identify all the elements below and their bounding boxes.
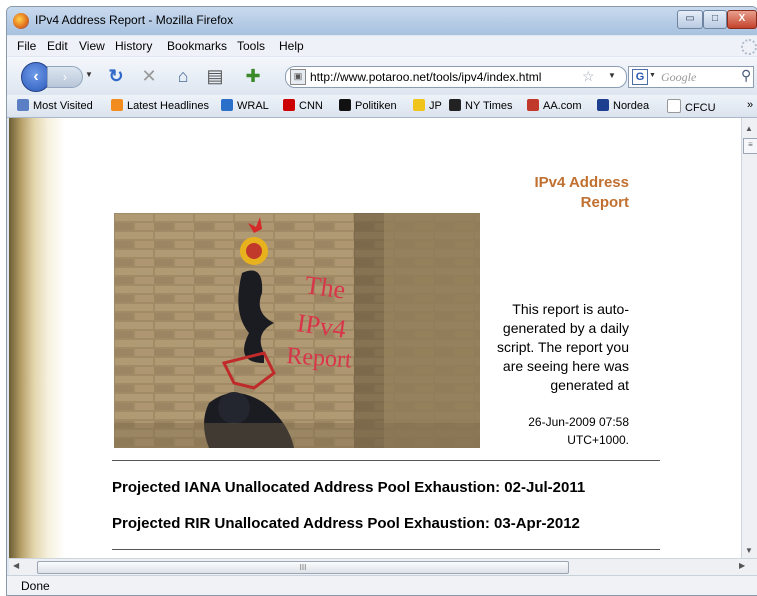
bookmark-label: CFCU: [685, 102, 716, 114]
svg-text:The: The: [303, 270, 347, 304]
menu-view[interactable]: View: [79, 39, 105, 53]
bookmark-jp[interactable]: JP: [413, 99, 442, 112]
bookmark-wral[interactable]: WRAL: [221, 99, 269, 112]
generated-timezone: UTC+1000.: [567, 433, 629, 447]
decorative-border: [9, 118, 65, 558]
page-title: IPv4 Address Report: [534, 174, 630, 211]
bookmark-label: Most Visited: [33, 100, 93, 112]
throbber-icon: [741, 39, 757, 55]
graffiti-photo-image: The IPv4 Report: [114, 213, 480, 448]
menu-tools[interactable]: Tools: [237, 39, 265, 53]
bookmark-cnn[interactable]: CNN: [283, 99, 323, 112]
maximize-button[interactable]: □: [703, 10, 727, 29]
bookmark-label: CNN: [299, 100, 323, 112]
page-icon: [667, 99, 681, 113]
menu-history-label: History: [115, 39, 153, 53]
forward-arrow-icon: ›: [63, 70, 67, 84]
close-button[interactable]: X: [727, 10, 757, 29]
wral-icon: [221, 99, 233, 111]
menu-bar: File Edit View History Bookmarks Tools H…: [7, 36, 757, 56]
home-icon[interactable]: ⌂: [173, 66, 193, 86]
report-description: This report is auto-generated by a daily…: [496, 301, 629, 393]
page-content: IPv4 Address Report The IPv4 Report This…: [9, 118, 741, 558]
cnn-icon: [283, 99, 295, 111]
bookmark-latest-headlines[interactable]: Latest Headlines: [111, 99, 209, 112]
bookmark-nytimes[interactable]: NY Times: [449, 99, 512, 112]
bookmarks-toolbar: Most Visited Latest Headlines WRAL CNN P…: [7, 95, 757, 118]
stop-icon[interactable]: ✕: [139, 66, 159, 86]
menu-bookmarks-label: Bookmarks: [167, 39, 228, 53]
menu-edit-label: Edit: [47, 39, 68, 53]
bookmark-label: Nordea: [613, 100, 650, 112]
horizontal-scroll-thumb[interactable]: III: [37, 561, 569, 574]
menu-help-label: Help: [279, 39, 304, 53]
rir-exhaustion-projection: Projected RIR Unallocated Address Pool E…: [112, 515, 580, 532]
politiken-icon: [339, 99, 351, 111]
menu-tools-label: Tools: [237, 39, 266, 53]
nordea-icon: [597, 99, 609, 111]
vertical-scroll-thumb[interactable]: ≡: [743, 138, 757, 154]
bookmark-aa[interactable]: AA.com: [527, 99, 582, 112]
bookmark-cfcu[interactable]: CFCU: [667, 99, 716, 114]
menu-help[interactable]: Help: [279, 39, 304, 53]
bookmark-label: JP: [429, 100, 442, 112]
firefox-logo-icon: [13, 13, 29, 29]
jp-icon: [413, 99, 425, 111]
bookmark-label: Politiken: [355, 100, 397, 112]
aa-icon: [527, 99, 539, 111]
generated-date: 26-Jun-2009 07:58: [528, 415, 629, 429]
forward-button[interactable]: ›: [47, 66, 83, 88]
bookmark-label: Latest Headlines: [127, 100, 209, 112]
bookmark-politiken[interactable]: Politiken: [339, 99, 397, 112]
search-input[interactable]: Google: [661, 70, 696, 85]
menu-file[interactable]: File: [17, 39, 36, 53]
search-engine-dropdown-icon[interactable]: ▼: [649, 72, 656, 79]
search-icon[interactable]: ⚲: [741, 67, 751, 84]
search-bar[interactable]: G ▼ Google ⚲: [628, 66, 754, 88]
menu-history[interactable]: History: [115, 39, 152, 53]
bookmark-most-visited[interactable]: Most Visited: [17, 99, 93, 112]
url-dropdown-icon[interactable]: ▼: [608, 71, 616, 80]
rss-icon: [111, 99, 123, 111]
add-bookmark-icon[interactable]: ✚: [243, 66, 263, 86]
scroll-left-icon[interactable]: ◀: [13, 561, 19, 570]
horizontal-scrollbar[interactable]: ◀ III ▶: [9, 558, 757, 575]
scroll-up-icon[interactable]: ▲: [745, 124, 753, 133]
most-visited-icon: [17, 99, 29, 111]
bookmark-nordea[interactable]: Nordea: [597, 99, 649, 112]
iana-exhaustion-projection: Projected IANA Unallocated Address Pool …: [112, 479, 586, 496]
bookmark-label: AA.com: [543, 100, 582, 112]
report-photo: The IPv4 Report: [114, 213, 480, 448]
browser-window: IPv4 Address Report - Mozilla Firefox ▭ …: [6, 6, 757, 596]
minimize-button[interactable]: ▭: [677, 10, 703, 29]
bookmark-star-icon[interactable]: ☆: [582, 68, 595, 85]
menu-edit[interactable]: Edit: [47, 39, 68, 53]
bookmark-label: NY Times: [465, 100, 513, 112]
history-dropdown-icon[interactable]: ▼: [85, 70, 93, 79]
navigation-toolbar: ‹ › ▼ ↻ ✕ ⌂ ▤ ✚ ▣ http://www.potaroo.net…: [7, 57, 757, 95]
url-input[interactable]: http://www.potaroo.net/tools/ipv4/index.…: [310, 70, 541, 84]
window-title: IPv4 Address Report - Mozilla Firefox: [35, 13, 234, 27]
scroll-down-icon[interactable]: ▼: [745, 546, 753, 555]
menu-view-label: View: [79, 39, 105, 53]
divider: [112, 549, 660, 550]
menu-file-label: File: [17, 39, 37, 53]
bookmarks-overflow-button[interactable]: »: [747, 99, 753, 111]
scroll-right-icon[interactable]: ▶: [739, 561, 745, 570]
status-text: Done: [21, 579, 50, 593]
title-bar: IPv4 Address Report - Mozilla Firefox ▭ …: [7, 7, 757, 35]
url-bar[interactable]: ▣ http://www.potaroo.net/tools/ipv4/inde…: [285, 66, 627, 88]
bookmark-label: WRAL: [237, 100, 269, 112]
reload-icon[interactable]: ↻: [106, 66, 126, 86]
svg-text:Report: Report: [286, 343, 353, 374]
divider: [112, 460, 660, 461]
print-icon[interactable]: ▤: [205, 66, 225, 86]
site-identity-icon[interactable]: ▣: [290, 69, 306, 85]
search-engine-icon[interactable]: G: [632, 69, 648, 85]
back-arrow-icon: ‹: [33, 68, 39, 85]
nytimes-icon: [449, 99, 461, 111]
status-bar: Done: [7, 575, 757, 595]
vertical-scrollbar[interactable]: ▲ ≡ ▼: [741, 118, 757, 558]
menu-bookmarks[interactable]: Bookmarks: [167, 39, 227, 53]
